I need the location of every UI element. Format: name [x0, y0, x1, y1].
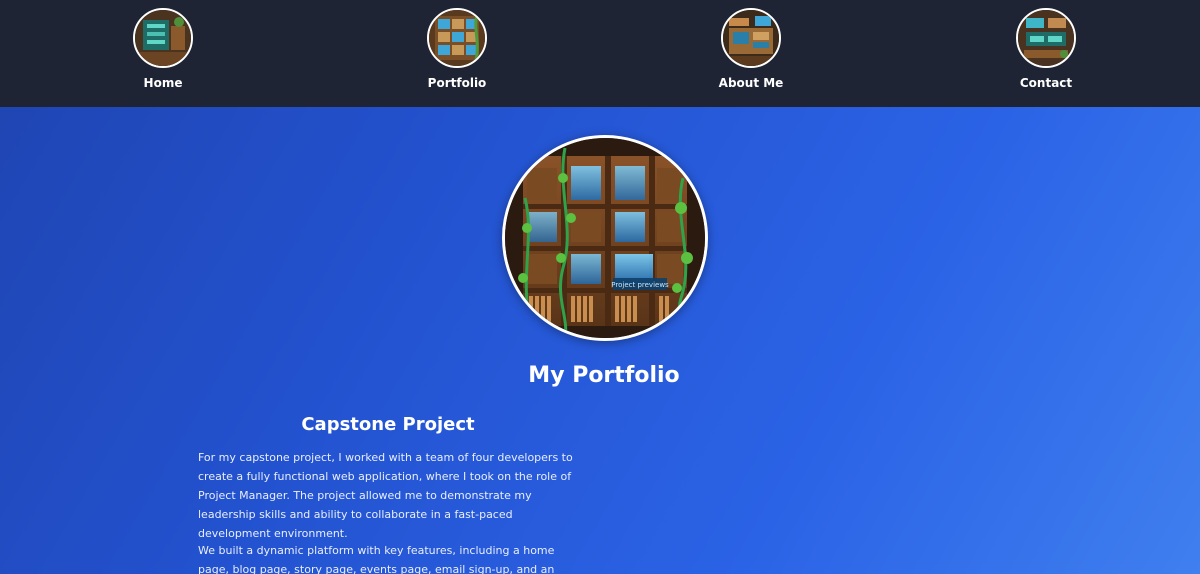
project-previews-sign: Project previews — [611, 281, 669, 289]
nav-label-home[interactable]: Home — [88, 76, 238, 90]
capstone-project-title: Capstone Project — [301, 414, 475, 435]
nav-label-contact[interactable]: Contact — [971, 76, 1121, 90]
portfolio-thumbnail-icon[interactable] — [427, 8, 487, 68]
nav-label-portfolio[interactable]: Portfolio — [382, 76, 532, 90]
page-title: My Portfolio — [528, 363, 680, 388]
about-me-thumbnail-icon[interactable] — [721, 8, 781, 68]
hero-bookshelf-image: Project previews — [502, 135, 708, 341]
bookshelf-illustration: Project previews — [505, 138, 705, 338]
nav-item-about-me[interactable]: About Me — [676, 0, 826, 107]
capstone-paragraph-2: We built a dynamic platform with key fea… — [198, 544, 555, 574]
nav-item-portfolio[interactable]: Portfolio — [382, 0, 532, 107]
nav-label-about-me[interactable]: About Me — [676, 76, 826, 90]
nav-item-home[interactable]: Home — [88, 0, 238, 107]
contact-thumbnail-icon[interactable] — [1016, 8, 1076, 68]
top-navigation: Home Portfolio About Me Contact — [0, 0, 1200, 107]
nav-item-contact[interactable]: Contact — [971, 0, 1121, 107]
home-thumbnail-icon[interactable] — [133, 8, 193, 68]
capstone-paragraph-1: For my capstone project, I worked with a… — [198, 451, 573, 540]
